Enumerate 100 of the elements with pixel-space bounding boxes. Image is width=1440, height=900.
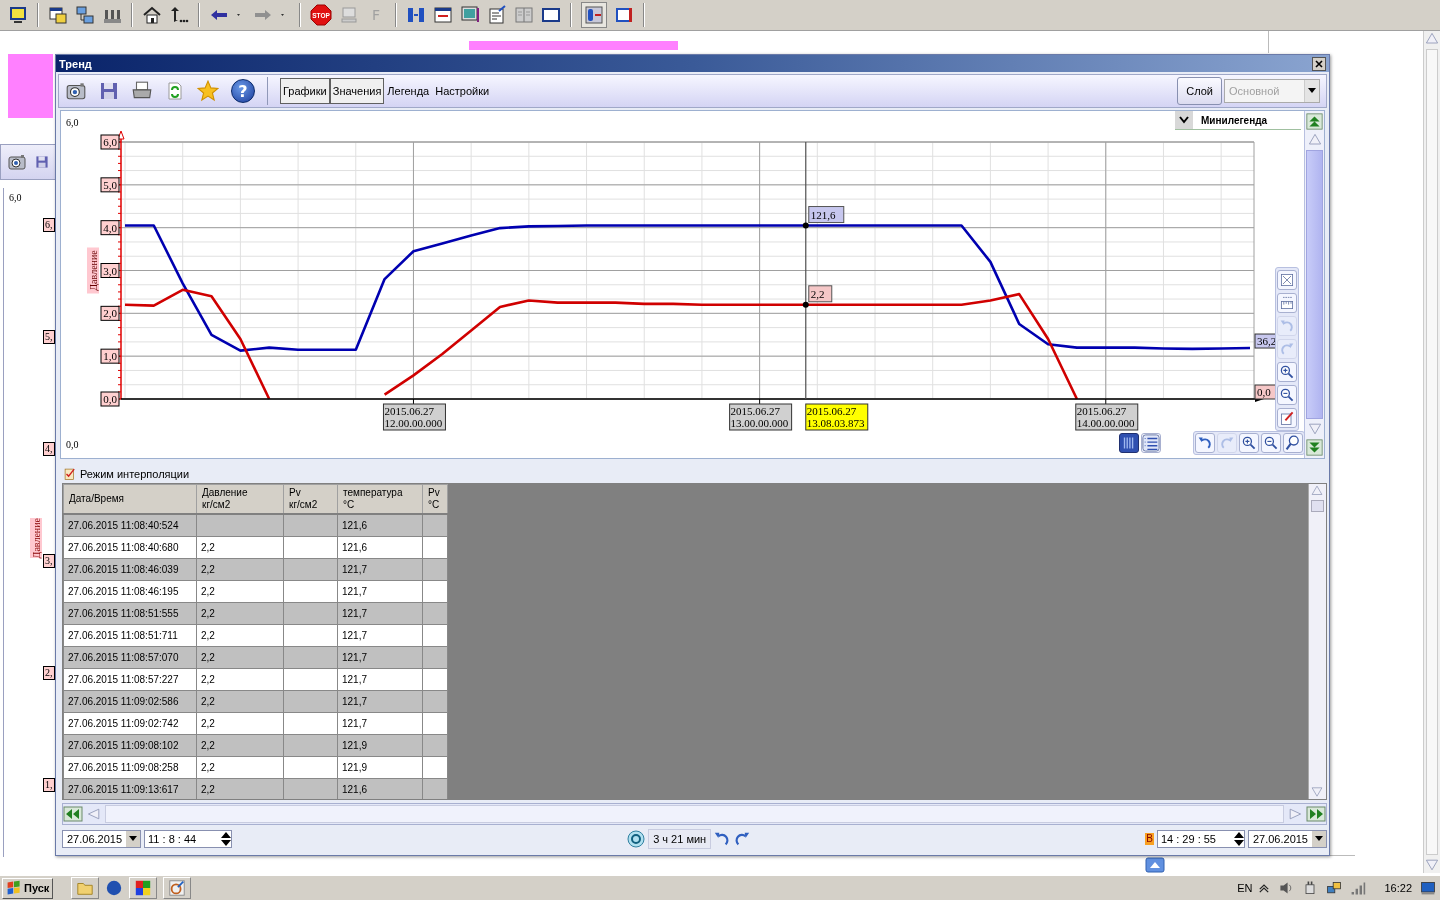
axis-tick-label: 6, xyxy=(43,218,55,232)
axis-tick-label: 5, xyxy=(43,330,55,344)
undo-icon xyxy=(1279,318,1295,334)
column-header[interactable]: температура °C xyxy=(337,484,423,514)
star-icon[interactable] xyxy=(197,80,219,102)
tab[interactable]: Значения xyxy=(329,78,385,104)
camera-icon[interactable] xyxy=(7,152,27,172)
axis-tick-label: 4,0 xyxy=(100,220,120,236)
magnifier-button[interactable] xyxy=(1283,433,1303,453)
table-cell: 27.06.2015 11:08:46:195 xyxy=(63,580,197,603)
desktop-icon[interactable] xyxy=(1420,880,1436,896)
axis-tick-label: 2,0 xyxy=(100,305,120,321)
tab[interactable]: Легенда xyxy=(384,78,433,104)
scrollbar-thumb[interactable] xyxy=(1311,500,1324,512)
date-dropdown[interactable]: 27.06.2015 xyxy=(1247,830,1327,848)
axis-tick-label: 2015.06.27 12.00.00.000 xyxy=(382,403,446,431)
axis-tick-label: 1,0 xyxy=(100,348,120,364)
zoom-out-button[interactable] xyxy=(1261,433,1281,453)
axis-tick-label: 2015.06.27 13.00.00.000 xyxy=(729,403,793,431)
time-field[interactable]: 14 : 29 : 55 xyxy=(1156,830,1245,848)
chevron-icon xyxy=(1179,116,1189,124)
column-header[interactable]: Дата/Время xyxy=(63,484,197,514)
column-header[interactable]: Pv °C xyxy=(422,484,448,514)
redo-icon xyxy=(1279,341,1295,357)
first-page-icon[interactable] xyxy=(63,806,83,822)
form-icon[interactable] xyxy=(487,5,507,25)
monitor-icon[interactable] xyxy=(8,5,28,25)
close-button[interactable] xyxy=(1312,56,1326,71)
language-indicator[interactable]: EN xyxy=(1237,882,1253,894)
column-header[interactable]: Pv кг/см2 xyxy=(283,484,338,514)
cylinder-icon[interactable] xyxy=(584,5,604,25)
cursor-point xyxy=(802,301,809,308)
book-icon[interactable] xyxy=(614,5,634,25)
axis-tick-label: 5,0 xyxy=(100,177,120,193)
refresh-icon[interactable] xyxy=(165,81,185,101)
minilegend-dropdown[interactable]: Минилегенда xyxy=(1175,111,1301,130)
date-dropdown[interactable]: 27.06.2015 xyxy=(62,830,142,848)
network-icon[interactable] xyxy=(75,5,95,25)
dialog-icon[interactable] xyxy=(433,5,453,25)
clipboard-icon xyxy=(63,467,77,481)
zoom-in-icon xyxy=(1241,435,1257,451)
scroll-top-icon[interactable] xyxy=(1306,113,1323,130)
scroll-bottom-icon[interactable] xyxy=(1306,439,1323,456)
up-arrow-icon[interactable] xyxy=(169,5,189,25)
graph-view-button[interactable] xyxy=(1119,433,1139,453)
mode-label: Режим интерполяции xyxy=(80,468,190,480)
table-cell: 27.06.2015 11:09:02:586 xyxy=(63,690,197,713)
table-cell: 27.06.2015 11:09:02:742 xyxy=(63,712,197,735)
table-cell: 27.06.2015 11:08:51:711 xyxy=(63,624,197,647)
flag-icon xyxy=(6,880,22,896)
camera-icon[interactable] xyxy=(65,80,87,102)
redo-icon[interactable] xyxy=(733,830,752,848)
paint-icon[interactable] xyxy=(168,879,187,897)
monitor-icon[interactable] xyxy=(460,5,480,25)
tab[interactable]: Графики xyxy=(280,78,330,104)
caret-icon xyxy=(1308,88,1316,94)
fit-button[interactable] xyxy=(1277,270,1297,290)
refresh-icon[interactable] xyxy=(626,829,647,849)
undo-button[interactable] xyxy=(1195,433,1215,453)
spinner-arrows-icon[interactable] xyxy=(221,831,232,847)
scrollbar-thumb[interactable] xyxy=(1306,150,1323,419)
spinner-arrows-icon[interactable] xyxy=(1233,831,1244,847)
table-cell: 27.06.2015 11:09:08:102 xyxy=(63,734,197,757)
table-cell: 27.06.2015 11:08:57:070 xyxy=(63,646,197,669)
windows-icon[interactable] xyxy=(48,5,68,25)
close-icon xyxy=(1315,59,1323,68)
axis-label: 6,0 xyxy=(9,192,22,203)
axis-tick-label: 1, xyxy=(43,778,55,792)
axis-title: Давление xyxy=(30,518,42,559)
chevron-up-icon[interactable] xyxy=(1258,882,1271,894)
axis-tick-label: 6,0 xyxy=(100,134,120,150)
table-cell: 27.06.2015 11:08:40:524 xyxy=(63,514,197,537)
signal-icon[interactable] xyxy=(1350,880,1367,896)
cursor-line[interactable] xyxy=(805,141,807,400)
table-cell: 27.06.2015 11:09:08:258 xyxy=(63,756,197,779)
zoom-in-button[interactable] xyxy=(1277,362,1297,382)
start-button[interactable]: Пуск xyxy=(2,877,54,899)
ruler-button[interactable] xyxy=(1277,293,1297,313)
columns-icon[interactable] xyxy=(406,5,426,25)
scrollbar-thumb[interactable] xyxy=(1426,49,1438,855)
list-view-button[interactable] xyxy=(1141,433,1161,453)
zoom-out-button[interactable] xyxy=(1277,385,1297,405)
list-icon xyxy=(1142,434,1160,452)
help-button[interactable]: ? xyxy=(231,79,255,103)
zoom-in-button[interactable] xyxy=(1239,433,1259,453)
floppy-icon[interactable] xyxy=(99,81,119,101)
home-icon[interactable] xyxy=(142,5,162,25)
network-icon[interactable] xyxy=(1326,880,1343,896)
time-field[interactable]: 11 : 8 : 44 xyxy=(144,830,233,848)
caret-icon xyxy=(1315,836,1323,842)
column-header[interactable]: Давление кг/см2 xyxy=(196,484,284,514)
last-page-icon[interactable] xyxy=(1306,806,1326,822)
grid-icon[interactable] xyxy=(134,879,153,897)
note-button[interactable] xyxy=(1277,408,1297,428)
undo-icon xyxy=(1197,435,1213,451)
window-icon[interactable] xyxy=(541,5,561,25)
tab[interactable]: Настройки xyxy=(432,78,493,104)
value-label: 2,2 xyxy=(808,285,833,303)
note-icon xyxy=(1279,410,1295,426)
layer-button[interactable]: Слой xyxy=(1177,77,1222,105)
